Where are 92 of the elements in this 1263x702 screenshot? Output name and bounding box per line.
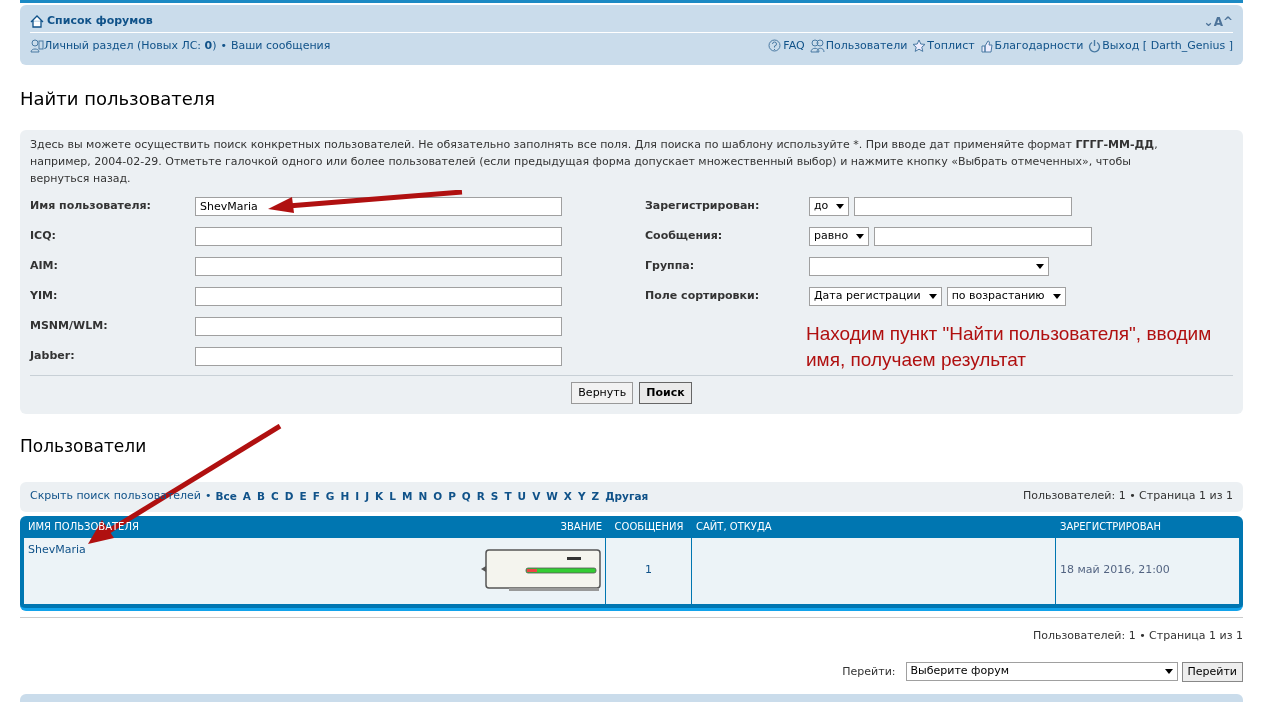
- letter-link[interactable]: F: [312, 488, 320, 505]
- username-link[interactable]: ShevMaria: [28, 541, 86, 600]
- separator-dot: •: [220, 37, 227, 54]
- column-header: САЙТ, ОТКУДА: [695, 519, 773, 534]
- letter-link[interactable]: S: [490, 488, 499, 505]
- input-field[interactable]: [195, 256, 562, 276]
- letter-link[interactable]: Z: [591, 488, 600, 505]
- registration-date: 18 май 2016, 21:00: [1060, 562, 1170, 579]
- jump-label: Перейти:: [842, 663, 896, 680]
- input-field[interactable]: [195, 286, 562, 306]
- dropdown-caret-icon: [928, 293, 937, 299]
- user-card-icon: [30, 39, 44, 53]
- font-size-controls[interactable]: ⌄A^: [1203, 12, 1233, 31]
- field-label: Группа:: [645, 257, 696, 274]
- help-icon: [768, 39, 783, 53]
- letter-link[interactable]: Другая: [605, 488, 649, 505]
- letter-link[interactable]: Y: [577, 488, 586, 505]
- forum-index-link[interactable]: Список форумов: [47, 13, 153, 30]
- dropdown-caret-icon: [1036, 263, 1044, 269]
- letter-link[interactable]: P: [448, 488, 456, 505]
- letter-link[interactable]: H: [340, 488, 350, 505]
- home-icon: [30, 15, 44, 28]
- input-field[interactable]: [195, 346, 562, 366]
- field-label: ICQ:: [30, 227, 57, 244]
- letter-link[interactable]: E: [299, 488, 307, 505]
- pagination-text: Пользователей: 1 • Страница 1 из 1: [1023, 488, 1233, 505]
- dropdown[interactable]: [809, 256, 1049, 276]
- dropdown-caret-icon: [836, 203, 845, 209]
- nav-link[interactable]: Личный раздел (Новых ЛС: 0): [44, 37, 217, 55]
- letter-link[interactable]: Q: [461, 488, 471, 505]
- dropdown-caret-icon: [1164, 669, 1173, 674]
- form-button[interactable]: Поиск: [639, 382, 692, 404]
- letter-link[interactable]: V: [532, 488, 541, 505]
- field-label: Имя пользователя:: [30, 197, 152, 214]
- thumbs-up-icon: [979, 39, 994, 53]
- letter-link[interactable]: T: [504, 488, 512, 505]
- field-label: AIM:: [30, 257, 59, 274]
- letter-link[interactable]: X: [563, 488, 572, 505]
- letter-link[interactable]: R: [476, 488, 485, 505]
- letter-link[interactable]: W: [546, 488, 558, 505]
- star-icon: [912, 39, 927, 53]
- page-heading: Найти пользователя: [20, 87, 217, 111]
- nav-link[interactable]: Ваши сообщения: [231, 37, 331, 55]
- posts-count[interactable]: 1: [645, 562, 652, 579]
- letter-link[interactable]: B: [257, 488, 265, 505]
- letter-link[interactable]: O: [433, 488, 443, 505]
- field-label: Зарегистрирован:: [645, 197, 761, 214]
- nav-link[interactable]: Благодарности: [994, 37, 1084, 55]
- letter-link[interactable]: L: [389, 488, 396, 505]
- nav-link[interactable]: Топлист: [927, 37, 975, 55]
- letter-link[interactable]: G: [325, 488, 335, 505]
- field-label: Сообщения:: [645, 227, 724, 244]
- power-icon: [1088, 39, 1102, 53]
- field-label: Поле сортировки:: [645, 287, 761, 304]
- letter-link[interactable]: C: [271, 488, 279, 505]
- dropdown[interactable]: до: [809, 196, 850, 216]
- dropdown-caret-icon: [856, 233, 865, 239]
- field-label: Jabber:: [30, 347, 76, 364]
- input-field[interactable]: [854, 196, 1073, 216]
- dropdown[interactable]: Дата регистрации: [809, 286, 942, 306]
- letter-link[interactable]: K: [375, 488, 384, 505]
- pagination-text: Пользователей: 1 • Страница 1 из 1: [1033, 627, 1243, 644]
- letter-link[interactable]: A: [242, 488, 251, 505]
- field-label: MSNM/WLM:: [30, 317, 109, 334]
- dropdown[interactable]: равно: [809, 226, 870, 246]
- field-label: YIM:: [30, 287, 59, 304]
- input-field[interactable]: [874, 226, 1093, 246]
- letter-link[interactable]: M: [401, 488, 413, 505]
- forum-dropdown[interactable]: Выберите форум: [905, 662, 1178, 681]
- column-header: ЗАРЕГИСТРИРОВАН: [1059, 520, 1162, 534]
- section-heading: Пользователи: [20, 435, 148, 458]
- column-header: СООБЩЕНИЯ: [613, 520, 685, 534]
- letter-link[interactable]: N: [418, 488, 428, 505]
- nav-link[interactable]: FAQ: [783, 37, 805, 55]
- dropdown-caret-icon: [1052, 293, 1061, 299]
- letter-link[interactable]: I: [355, 488, 360, 505]
- input-field[interactable]: [195, 316, 562, 336]
- letter-link[interactable]: U: [517, 488, 527, 505]
- annotation-text: Находим пункт "Найти пользователя", вводим имя, получаем результат: [806, 322, 1213, 372]
- dropdown[interactable]: по возрастанию: [946, 286, 1066, 306]
- letter-link[interactable]: Все: [215, 488, 237, 505]
- nav-link[interactable]: Выход [ Darth_Genius ]: [1102, 37, 1233, 55]
- description-text: Здесь вы можете осуществить поиск конкретных пользователей. Не обязательно заполнять все поля. Для поиска по шаблону используйте *. При вводе дат применяйте формат ГГГГ-ММ-ДД, например, 2004-02-29. Отметьте галочкой одного или более пользователей (если предыдущая форма допускает множественный выбор) и нажмите кнопку «Выбрать отмеченных», чтобы вернуться назад.: [30, 137, 1159, 187]
- letter-link[interactable]: J: [365, 488, 370, 505]
- separator-dot: •: [205, 488, 212, 505]
- letter-link[interactable]: D: [284, 488, 294, 505]
- form-button[interactable]: Вернуть: [571, 382, 634, 404]
- input-field[interactable]: [195, 226, 562, 246]
- users-icon: [809, 39, 825, 53]
- nav-link[interactable]: Пользователи: [825, 37, 908, 55]
- jump-button[interactable]: Перейти: [1181, 662, 1243, 682]
- column-header: ЗВАНИЕ: [560, 520, 602, 534]
